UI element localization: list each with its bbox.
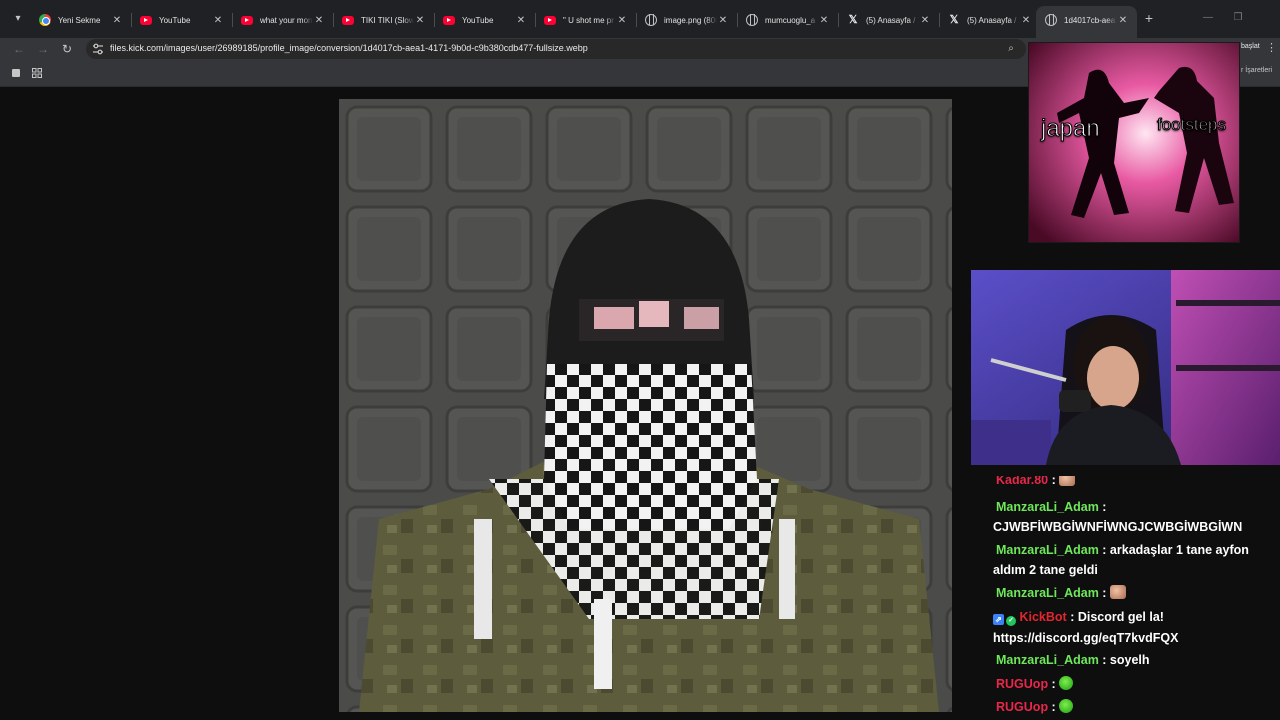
chat-overlay: Kadar.80 : ManzaraLi_Adam : CJWBFİWBGİWN… bbox=[993, 476, 1280, 720]
tab-anasayfa-x-2[interactable]: 𝕏 (5) Anasayfa / X ✕ bbox=[939, 8, 1040, 32]
chat-username: ManzaraLi_Adam bbox=[996, 653, 1099, 667]
meme-right-caption: footsteps bbox=[1157, 115, 1227, 135]
tab-title: " U shot me pr bbox=[563, 15, 614, 25]
url-text[interactable]: files.kick.com/images/user/26989185/prof… bbox=[110, 43, 588, 53]
tab-youtube[interactable]: YouTube ✕ bbox=[131, 8, 233, 32]
chat-message: RUGUop : bbox=[993, 697, 1280, 717]
chat-message: RUGUop : bbox=[993, 674, 1280, 694]
tab-title: Yeni Sekme bbox=[58, 15, 101, 25]
tab-anasayfa-x[interactable]: 𝕏 (5) Anasayfa / X ✕ bbox=[838, 8, 940, 32]
close-tab-icon[interactable]: ✕ bbox=[111, 15, 123, 26]
chat-username: RUGUop bbox=[996, 700, 1049, 714]
pixel-avatar-illustration bbox=[339, 99, 952, 712]
tab-title: image.png (800 bbox=[664, 15, 717, 25]
tab-title: mumcuoglu_a bbox=[765, 15, 816, 25]
tab-strip: ▾ Yeni Sekme ✕ YouTube ✕ what your mom ✕… bbox=[0, 0, 1280, 38]
webcam-overlay bbox=[971, 270, 1280, 465]
youtube-icon bbox=[443, 15, 455, 25]
bot-badges: ⇗ ✓ bbox=[993, 608, 1016, 628]
close-tab-icon[interactable]: ✕ bbox=[212, 15, 224, 26]
tab-active-image[interactable]: 1d4017cb-aea1 ✕ bbox=[1036, 6, 1137, 38]
tab-mumcuoglu[interactable]: mumcuoglu_a ✕ bbox=[737, 8, 839, 32]
youtube-icon bbox=[342, 15, 354, 25]
chat-message: ManzaraLi_Adam : soyelh bbox=[996, 653, 1150, 667]
chat-username: KickBot bbox=[1019, 610, 1067, 624]
youtube-icon bbox=[544, 15, 556, 25]
reload-icon[interactable]: ↻ bbox=[58, 40, 76, 58]
globe-icon bbox=[746, 14, 758, 26]
close-tab-icon[interactable]: ✕ bbox=[414, 15, 426, 26]
chat-message: ManzaraLi_Adam : arkadaşlar 1 tane ayfon… bbox=[993, 543, 1249, 577]
chat-username: ManzaraLi_Adam bbox=[996, 500, 1099, 514]
profile-image bbox=[339, 99, 952, 712]
tab-u-shot-me[interactable]: " U shot me pr ✕ bbox=[535, 8, 637, 32]
new-tab-button[interactable]: + bbox=[1141, 10, 1157, 26]
youtube-icon bbox=[140, 15, 152, 25]
green-emote-icon bbox=[1059, 676, 1074, 690]
forward-arrow-icon[interactable]: → bbox=[34, 40, 52, 58]
close-tab-icon[interactable]: ✕ bbox=[1117, 15, 1129, 26]
tab-search-chevron-icon[interactable]: ▾ bbox=[8, 9, 28, 29]
chat-message: ⇗ ✓ KickBot : Discord gel la! https://dis… bbox=[993, 608, 1179, 645]
chat-text: CJWBFİWBGİWNFİWNGJCWBGİWBGİWN bbox=[993, 520, 1243, 534]
globe-icon bbox=[645, 14, 657, 26]
tab-what-your-mom[interactable]: what your mom ✕ bbox=[232, 8, 334, 32]
close-tab-icon[interactable]: ✕ bbox=[616, 15, 628, 26]
chat-text: soyelh bbox=[1109, 653, 1150, 667]
chat-username: ManzaraLi_Adam bbox=[996, 586, 1099, 600]
meme-overlay: japan footsteps bbox=[1028, 42, 1240, 243]
tab-title: 1d4017cb-aea1 bbox=[1064, 15, 1117, 25]
toolbar-right-label[interactable]: başlat bbox=[1241, 43, 1260, 50]
face-emote-icon bbox=[1109, 585, 1126, 599]
close-tab-icon[interactable]: ✕ bbox=[919, 15, 931, 26]
verified-check-icon: ✓ bbox=[1006, 616, 1016, 626]
close-tab-icon[interactable]: ✕ bbox=[818, 15, 830, 26]
tab-tiki-tiki[interactable]: TIKI TIKI (Slowed) ✕ bbox=[333, 8, 435, 32]
tab-title: (5) Anasayfa / X bbox=[866, 15, 919, 25]
face-emote-icon bbox=[1059, 476, 1076, 486]
all-bookmarks-label[interactable]: r İşaretleri bbox=[1241, 67, 1272, 74]
address-bar[interactable]: files.kick.com/images/user/26989185/prof… bbox=[86, 39, 1026, 59]
tab-title: (5) Anasayfa / X bbox=[967, 15, 1020, 25]
site-settings-icon[interactable] bbox=[93, 43, 103, 55]
chat-username: ManzaraLi_Adam bbox=[996, 543, 1099, 557]
meme-left-caption: japan bbox=[1041, 115, 1101, 143]
tab-image-png[interactable]: image.png (800 ✕ bbox=[636, 8, 738, 32]
webcam-streamer-illustration bbox=[971, 270, 1280, 465]
tab-yeni-sekme[interactable]: Yeni Sekme ✕ bbox=[30, 8, 132, 32]
back-arrow-icon[interactable]: ← bbox=[10, 40, 28, 58]
kebab-menu-icon[interactable]: ⋮ bbox=[1266, 41, 1277, 54]
chat-username: Kadar.80 bbox=[996, 476, 1049, 487]
close-tab-icon[interactable]: ✕ bbox=[1020, 15, 1032, 26]
bot-badge-icon: ⇗ bbox=[993, 614, 1004, 625]
tab-title: TIKI TIKI (Slowed) bbox=[361, 15, 414, 25]
tab-title: YouTube bbox=[462, 15, 494, 25]
x-icon: 𝕏 bbox=[848, 14, 858, 26]
globe-icon bbox=[1045, 14, 1057, 26]
zoom-icon[interactable]: ⌕ bbox=[1004, 42, 1018, 56]
youtube-icon bbox=[241, 15, 253, 25]
close-tab-icon[interactable]: ✕ bbox=[515, 15, 527, 26]
maximize-icon[interactable]: ❐ bbox=[1227, 10, 1249, 26]
chrome-icon bbox=[39, 14, 51, 26]
x-icon: 𝕏 bbox=[949, 14, 959, 26]
chat-message: ManzaraLi_Adam : CJWBFİWBGİWNFİWNGJCWBGİ… bbox=[993, 500, 1243, 534]
apps-grid-icon[interactable] bbox=[32, 68, 42, 78]
minimize-icon[interactable]: — bbox=[1197, 10, 1219, 26]
chat-username: RUGUop bbox=[996, 677, 1049, 691]
close-tab-icon[interactable]: ✕ bbox=[313, 15, 325, 26]
chat-message: Kadar.80 : bbox=[993, 476, 1280, 490]
green-emote-icon bbox=[1059, 699, 1074, 713]
chat-message: ManzaraLi_Adam : bbox=[993, 583, 1280, 603]
meme-fight-illustration bbox=[1029, 43, 1239, 242]
bookmark-square-icon[interactable] bbox=[11, 68, 21, 78]
tab-title: what your mom bbox=[260, 15, 313, 25]
tab-title: YouTube bbox=[159, 15, 191, 25]
tab-youtube-2[interactable]: YouTube ✕ bbox=[434, 8, 536, 32]
close-tab-icon[interactable]: ✕ bbox=[717, 15, 729, 26]
